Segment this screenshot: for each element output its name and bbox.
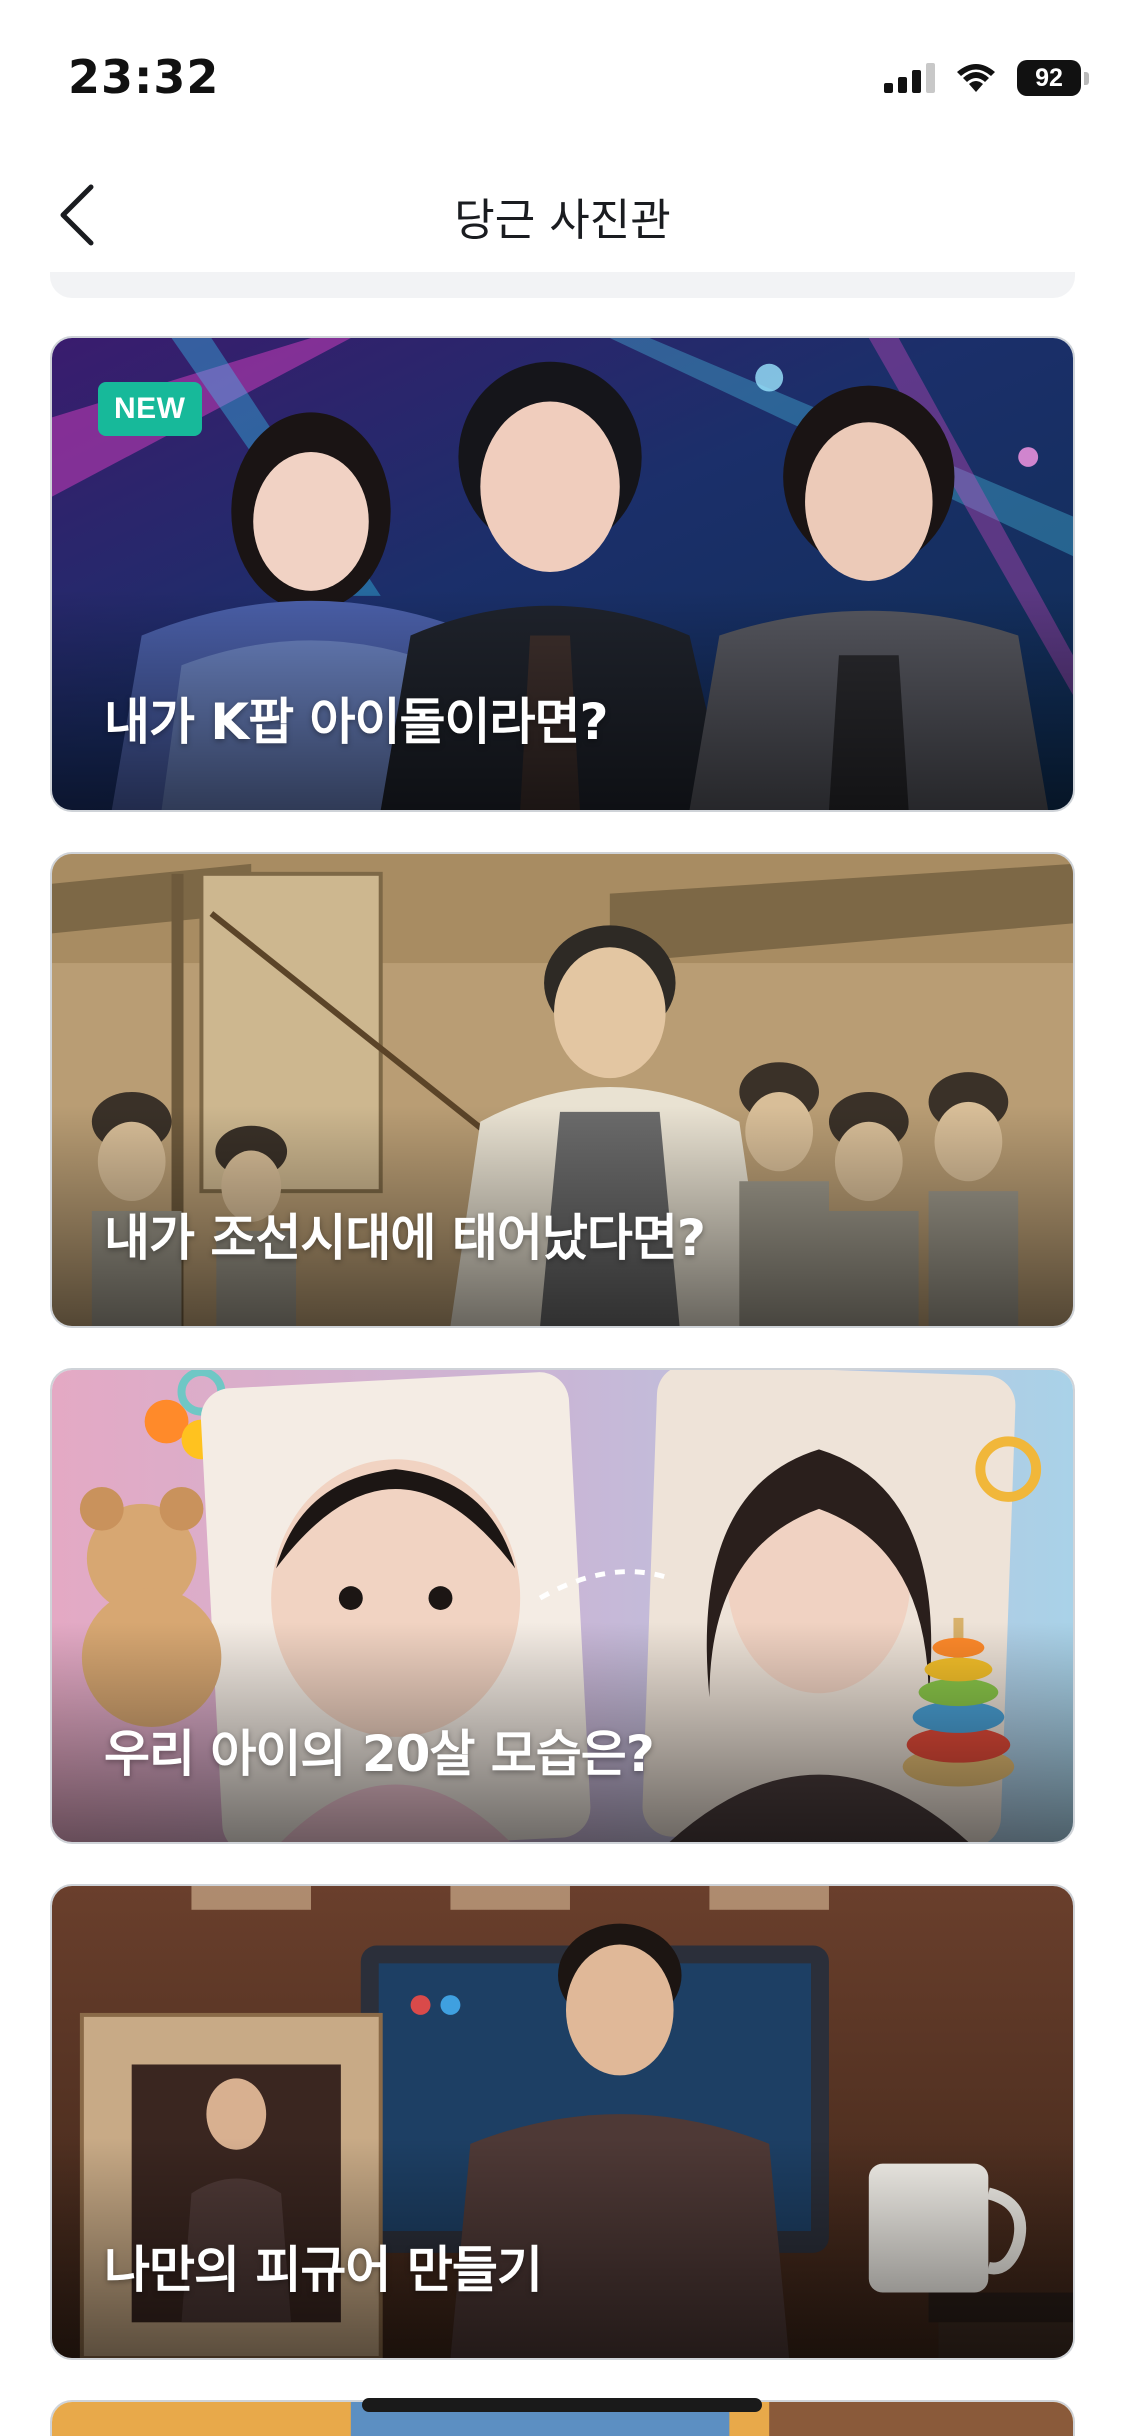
page-title: 당근 사진관 <box>454 195 671 246</box>
wifi-icon <box>957 64 995 92</box>
previous-card-edge <box>50 272 1075 298</box>
status-bar: 23:32 92 <box>0 0 1125 150</box>
new-badge: NEW <box>98 382 202 436</box>
nav-bar: 당근 사진관 <box>0 160 1125 270</box>
card-title: 내가 K팝 아이돌이라면? <box>104 693 609 751</box>
battery-level: 92 <box>1017 60 1081 96</box>
feature-card-joseon[interactable]: 내가 조선시대에 태어났다면? <box>50 852 1075 1328</box>
status-icons: 92 <box>884 58 1089 98</box>
feature-card-child-future[interactable]: 우리 아이의 20살 모습은? <box>50 1368 1075 1844</box>
feature-card-kpop[interactable]: NEW 내가 K팝 아이돌이라면? <box>50 336 1075 812</box>
home-indicator <box>362 2398 762 2412</box>
feature-card-figure[interactable]: 나만의 피규어 만들기 <box>50 1884 1075 2360</box>
battery-icon: 92 <box>1017 60 1089 96</box>
card-title: 우리 아이의 20살 모습은? <box>104 1725 655 1783</box>
cellular-signal-icon <box>884 63 935 93</box>
card-title: 나만의 피규어 만들기 <box>104 2241 543 2299</box>
card-title: 내가 조선시대에 태어났다면? <box>104 1209 706 1267</box>
status-time: 23:32 <box>68 50 220 104</box>
